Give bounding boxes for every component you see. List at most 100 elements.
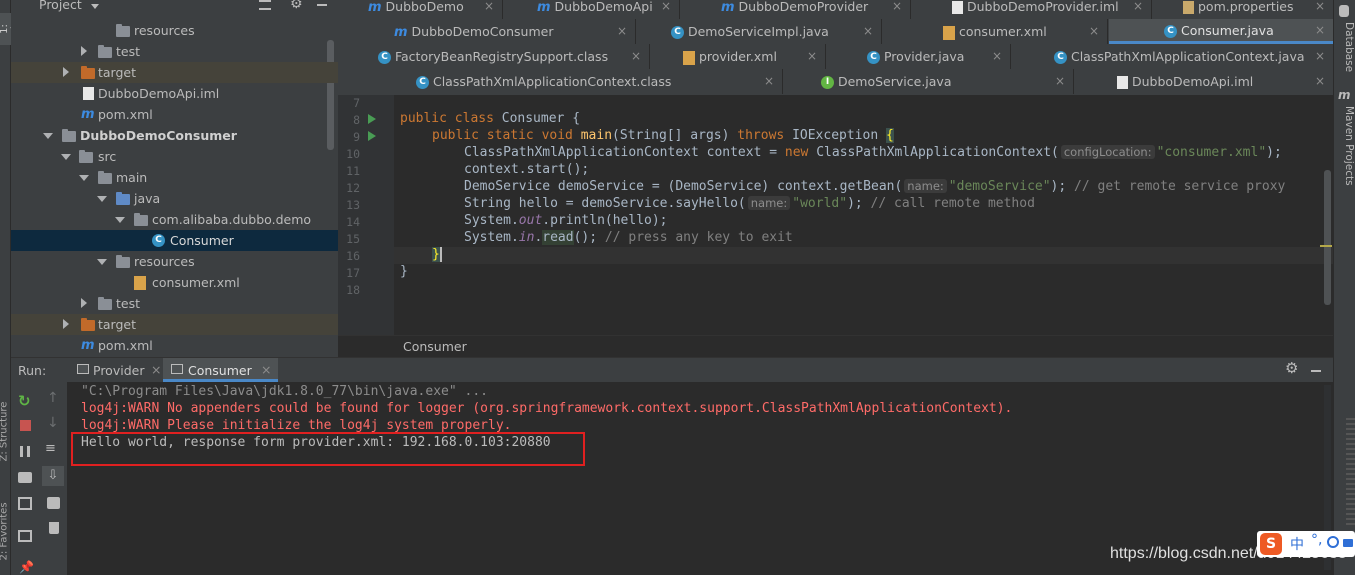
tree-item-test[interactable]: test: [23, 293, 328, 314]
camera-icon[interactable]: [18, 472, 32, 483]
tree-item-src[interactable]: src: [23, 146, 328, 167]
tab-dubbodemoapi-iml[interactable]: DubboDemoApi.iml ×: [1075, 69, 1333, 94]
pause-icon[interactable]: [20, 446, 30, 457]
tree-item-java[interactable]: java: [23, 188, 328, 209]
tree-item-package[interactable]: com.alibaba.dubbo.demo: [23, 209, 328, 230]
close-icon[interactable]: ×: [1315, 69, 1325, 94]
collapse-arrow-icon[interactable]: [61, 154, 71, 160]
tree-item-dubbodemoconsumer[interactable]: DubboDemoConsumer: [23, 125, 328, 146]
close-icon[interactable]: ×: [151, 362, 161, 377]
tree-item-resources[interactable]: resources: [23, 251, 328, 272]
minimize-icon[interactable]: [317, 4, 327, 6]
layout-icon[interactable]: [18, 530, 32, 542]
run-tab-provider[interactable]: Provider ×: [71, 358, 163, 382]
tree-item-target[interactable]: target: [23, 62, 328, 83]
editor-warning-marker[interactable]: [1320, 245, 1332, 247]
soft-wrap-icon[interactable]: ≡: [45, 441, 56, 456]
tab-dubbodemo[interactable]: m DubboDemo ×: [338, 0, 503, 19]
stop-icon[interactable]: [20, 420, 31, 431]
close-icon[interactable]: ×: [892, 0, 902, 19]
class-icon: C: [867, 51, 880, 64]
tab-consumer-xml[interactable]: consumer.xml ×: [883, 19, 1108, 44]
gear-icon[interactable]: ⚙: [290, 0, 303, 12]
tab-dubbodemoconsumer[interactable]: m DubboDemoConsumer ×: [338, 19, 636, 44]
close-icon[interactable]: ×: [1055, 69, 1065, 94]
tab-dubbodemoprovider[interactable]: m DubboDemoProvider ×: [681, 0, 911, 19]
minimize-icon[interactable]: [1311, 370, 1321, 372]
close-icon[interactable]: ×: [1315, 0, 1325, 19]
expand-arrow-icon[interactable]: [81, 298, 87, 308]
tab-classpathxmlapplicationcontext-class[interactable]: C ClassPathXmlApplicationContext.class ×: [338, 69, 783, 94]
collapse-arrow-icon[interactable]: [115, 217, 125, 223]
collapse-all-icon[interactable]: [259, 0, 271, 10]
rerun-icon[interactable]: ↻: [18, 392, 31, 410]
print-icon[interactable]: [47, 497, 60, 509]
expand-arrow-icon[interactable]: [63, 319, 69, 329]
database-tool-tab[interactable]: Database: [1343, 22, 1355, 72]
expand-arrow-icon[interactable]: [81, 46, 87, 56]
expand-arrow-icon[interactable]: [63, 67, 69, 77]
tab-pom-properties[interactable]: pom.properties ×: [1153, 0, 1333, 19]
project-dropdown-icon[interactable]: [91, 4, 99, 9]
collapse-arrow-icon[interactable]: [97, 196, 107, 202]
run-gutter-icon[interactable]: [368, 131, 376, 141]
close-icon[interactable]: ×: [484, 0, 494, 19]
ime-bar[interactable]: S 中 °,: [1257, 531, 1355, 557]
close-icon[interactable]: ×: [617, 19, 627, 44]
tree-item-consumer-xml[interactable]: consumer.xml: [23, 272, 328, 293]
close-icon[interactable]: ×: [807, 44, 817, 69]
close-icon[interactable]: ×: [992, 44, 1002, 69]
line-number: 17: [346, 266, 360, 280]
collapse-arrow-icon[interactable]: [79, 175, 89, 181]
editor-scrollbar[interactable]: [1324, 170, 1331, 305]
maven-tool-tab[interactable]: Maven Projects: [1343, 106, 1355, 186]
close-icon[interactable]: ×: [1315, 44, 1325, 69]
class-icon: C: [1164, 25, 1177, 38]
left-tool-strip: [0, 0, 11, 575]
tree-item-resources[interactable]: resources: [23, 20, 328, 41]
tree-item-dubbodemoapi-iml[interactable]: DubboDemoApi.iml: [23, 83, 328, 104]
close-icon[interactable]: ×: [1315, 19, 1325, 42]
tab-provider-xml[interactable]: provider.xml ×: [651, 44, 826, 69]
tab-dubbodemoapi[interactable]: m DubboDemoApi ×: [504, 0, 680, 19]
tab-classpathxmlapplicationcontext-java[interactable]: C ClassPathXmlApplicationContext.java ×: [1012, 44, 1333, 69]
close-icon[interactable]: ×: [1133, 0, 1143, 19]
tree-item-pom-xml[interactable]: m pom.xml: [23, 104, 328, 125]
tab-demoservice-java[interactable]: I DemoService.java ×: [784, 69, 1074, 94]
structure-tool-tab[interactable]: Z: Structure: [0, 400, 12, 464]
trash-icon[interactable]: [49, 522, 59, 534]
run-tab-consumer[interactable]: Consumer ×: [163, 358, 278, 382]
tab-factorybeanregistrysupport[interactable]: C FactoryBeanRegistrySupport.class ×: [338, 44, 650, 69]
run-gutter-icon[interactable]: [368, 114, 376, 124]
tab-demoserviceimpl[interactable]: C DemoServiceImpl.java ×: [637, 19, 882, 44]
tab-dubbodemoprovider-iml[interactable]: DubboDemoProvider.iml ×: [912, 0, 1152, 19]
close-icon[interactable]: ×: [261, 362, 271, 377]
xml-file-icon: [683, 50, 695, 65]
interface-icon: I: [821, 76, 834, 89]
scroll-to-end-icon[interactable]: ⇩: [42, 466, 64, 486]
tree-item-target[interactable]: target: [23, 314, 328, 335]
tree-item-consumer-class[interactable]: C Consumer: [23, 230, 328, 251]
close-icon[interactable]: ×: [631, 44, 641, 69]
breadcrumb[interactable]: Consumer: [403, 339, 467, 354]
close-icon[interactable]: ×: [1089, 19, 1099, 44]
tab-provider-java[interactable]: C Provider.java ×: [827, 44, 1011, 69]
collapse-arrow-icon[interactable]: [43, 133, 53, 139]
restore-layout-icon[interactable]: [18, 497, 32, 510]
pin-icon[interactable]: 📌: [19, 560, 34, 574]
favorites-tool-tab[interactable]: 2: Favorites: [0, 500, 12, 564]
maven-icon: m: [81, 107, 95, 122]
down-arrow-icon[interactable]: ↓: [47, 415, 59, 431]
close-icon[interactable]: ×: [661, 0, 671, 19]
project-title[interactable]: Project: [39, 0, 82, 12]
close-icon[interactable]: ×: [764, 69, 774, 94]
tab-consumer-java[interactable]: C Consumer.java ×: [1109, 19, 1333, 44]
close-icon[interactable]: ×: [863, 19, 873, 44]
project-scrollbar[interactable]: [327, 40, 334, 150]
collapse-arrow-icon[interactable]: [97, 259, 107, 265]
tree-item-pom-xml[interactable]: m pom.xml: [23, 335, 328, 356]
tree-item-test[interactable]: test: [23, 41, 328, 62]
tree-item-main[interactable]: main: [23, 167, 328, 188]
up-arrow-icon[interactable]: ↑: [47, 390, 59, 406]
gear-icon[interactable]: ⚙: [1285, 359, 1298, 377]
